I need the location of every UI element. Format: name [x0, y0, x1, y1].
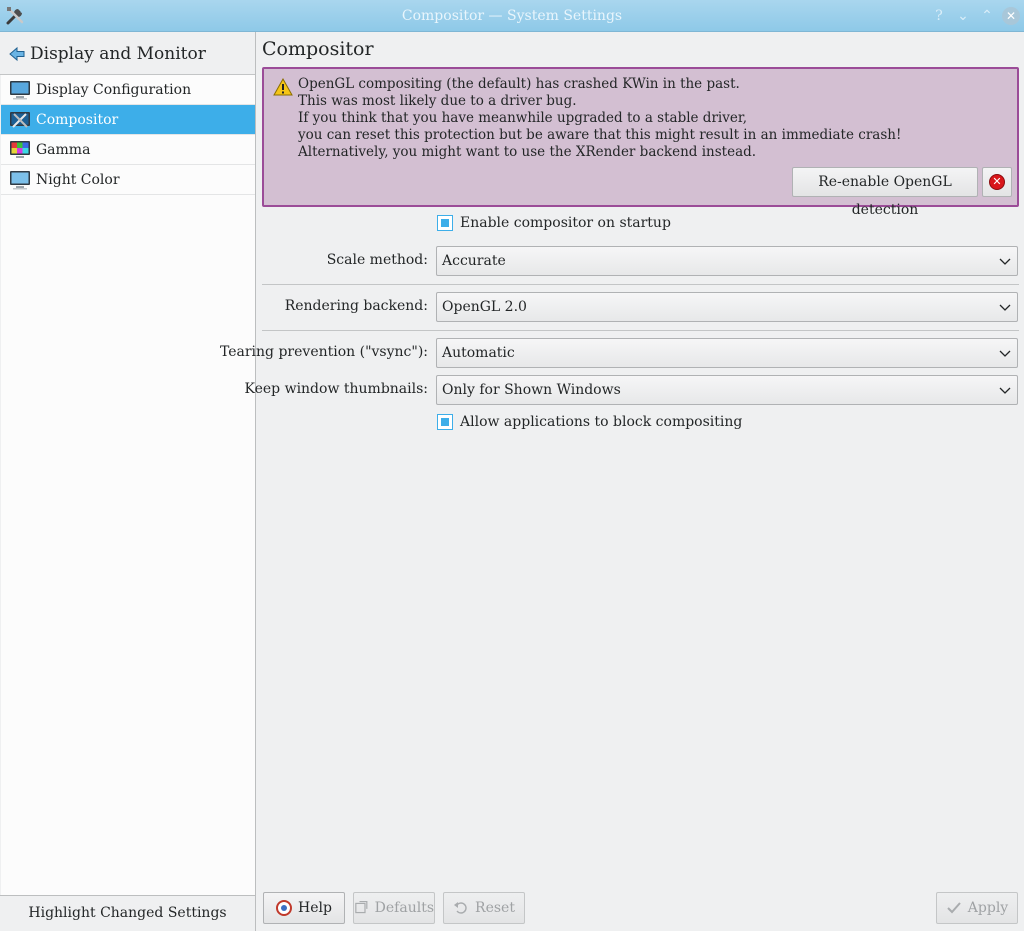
enable-compositor-checkbox[interactable] [437, 215, 453, 231]
close-icon: ✕ [989, 174, 1005, 190]
keep-thumbnails-label: Keep window thumbnails: [244, 381, 428, 397]
window-title: Compositor — System Settings [401, 8, 623, 24]
help-window-button[interactable]: ? [930, 7, 948, 25]
rendering-backend-value: OpenGL 2.0 [442, 299, 527, 315]
sidebar-item-display-configuration[interactable]: Display Configuration [1, 75, 255, 105]
title-bar[interactable]: Compositor — System Settings ? ⌄ ⌃ ✕ [0, 0, 1024, 32]
scale-method-select[interactable]: Accurate [436, 246, 1018, 276]
help-label: Help [298, 900, 332, 916]
sidebar-item-label: Night Color [36, 171, 120, 188]
highlight-changed-settings-button[interactable]: Highlight Changed Settings [0, 895, 255, 931]
sidebar-item-gamma[interactable]: Gamma [1, 135, 255, 165]
reset-button[interactable]: Reset [443, 892, 525, 924]
warning-line: This was most likely due to a driver bug… [298, 93, 577, 109]
enable-compositor-label: Enable compositor on startup [460, 215, 671, 231]
warning-line: Alternatively, you might want to use the… [298, 144, 757, 160]
chevron-down-icon [999, 350, 1011, 357]
sidebar-category-title: Display and Monitor [30, 44, 206, 64]
dismiss-warning-button[interactable]: ✕ [982, 167, 1012, 197]
sidebar-header[interactable]: Display and Monitor [0, 32, 255, 75]
reenable-opengl-button[interactable]: Re-enable OpenGL detection [792, 167, 978, 218]
tearing-prevention-label: Tearing prevention ("vsync"): [219, 344, 428, 360]
sidebar-item-label: Compositor [36, 111, 119, 128]
scale-method-label: Scale method: [326, 252, 428, 268]
help-button[interactable]: Help [263, 892, 345, 924]
separator [262, 330, 1019, 331]
gamma-icon [10, 140, 30, 158]
warning-text: OpenGL compositing (the default) has cra… [298, 76, 901, 161]
chevron-down-icon [999, 304, 1011, 311]
chevron-down-icon [999, 258, 1011, 265]
compositor-icon [10, 111, 30, 128]
separator [262, 284, 1019, 285]
help-icon [276, 900, 293, 916]
close-window-button[interactable]: ✕ [1002, 7, 1020, 25]
tearing-prevention-select[interactable]: Automatic [436, 338, 1018, 368]
warning-line: If you think that you have meanwhile upg… [298, 110, 748, 126]
back-arrow-icon[interactable] [9, 46, 25, 62]
warning-line: OpenGL compositing (the default) has cra… [298, 76, 740, 92]
warning-icon [273, 78, 293, 96]
allow-block-compositing-checkbox[interactable] [437, 414, 453, 430]
defaults-icon [355, 900, 368, 914]
tearing-prevention-value: Automatic [442, 345, 515, 361]
sidebar-item-label: Display Configuration [36, 81, 192, 98]
defaults-label: Defaults [374, 900, 434, 916]
defaults-button[interactable]: Defaults [353, 892, 435, 924]
monitor-icon [10, 80, 30, 99]
night-color-icon [10, 170, 30, 189]
minimize-button[interactable]: ⌄ [954, 7, 972, 25]
allow-block-compositing-label: Allow applications to block compositing [460, 414, 743, 430]
warning-message: OpenGL compositing (the default) has cra… [262, 67, 1019, 218]
sidebar-item-compositor[interactable]: Compositor [1, 105, 255, 135]
keep-thumbnails-value: Only for Shown Windows [442, 382, 621, 398]
undo-icon [454, 902, 467, 914]
rendering-backend-label: Rendering backend: [284, 298, 428, 314]
warning-line: you can reset this protection but be awa… [298, 127, 902, 143]
reset-label: Reset [475, 900, 515, 916]
maximize-button[interactable]: ⌃ [978, 7, 996, 25]
allow-block-checkbox-row[interactable]: Allow applications to block compositing [437, 414, 742, 430]
chevron-down-icon [999, 387, 1011, 394]
enable-compositor-checkbox-row[interactable]: Enable compositor on startup [437, 215, 671, 231]
rendering-backend-select[interactable]: OpenGL 2.0 [436, 292, 1018, 322]
scale-method-value: Accurate [442, 253, 506, 269]
main-panel: Compositor OpenGL compositing (the defau… [220, 32, 1024, 931]
sidebar-list: Display Configuration Compositor Gamma N… [1, 75, 255, 895]
sidebar: Display and Monitor Display Configuratio… [0, 32, 256, 931]
page-title: Compositor [262, 38, 374, 60]
apply-label: Apply [967, 900, 1009, 916]
sidebar-item-night-color[interactable]: Night Color [1, 165, 255, 195]
sidebar-item-label: Gamma [36, 141, 91, 158]
checkmark-icon [947, 902, 961, 914]
apply-button[interactable]: Apply [936, 892, 1018, 924]
keep-thumbnails-select[interactable]: Only for Shown Windows [436, 375, 1018, 405]
